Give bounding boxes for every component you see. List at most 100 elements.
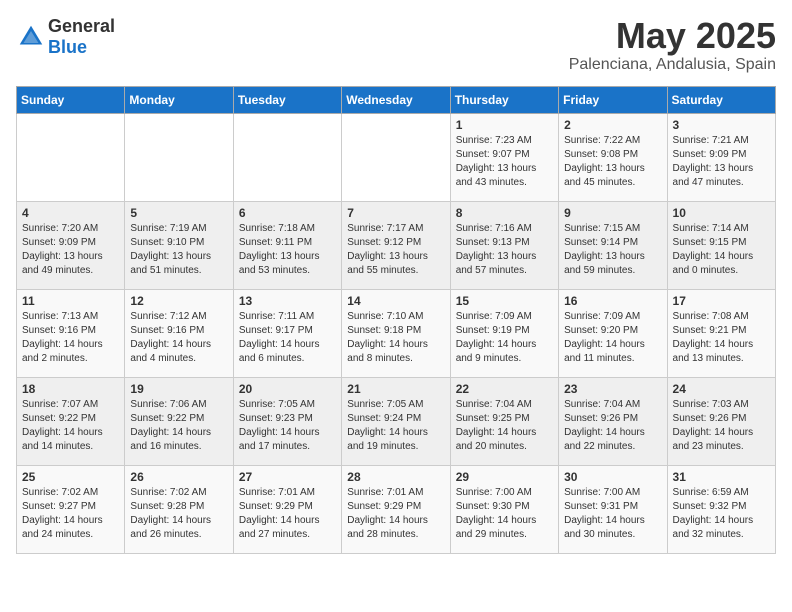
calendar-day-cell: 30 Sunrise: 7:00 AMSunset: 9:31 PMDayligh… — [559, 465, 667, 553]
calendar-header-row: SundayMondayTuesdayWednesdayThursdayFrid… — [17, 86, 776, 113]
calendar-day-cell: 24 Sunrise: 7:03 AMSunset: 9:26 PMDayligh… — [667, 377, 775, 465]
calendar-day-cell: 6Sunrise: 7:18 AMSunset: 9:11 PMDaylight… — [233, 201, 341, 289]
calendar-header-cell: Friday — [559, 86, 667, 113]
day-info: Sunrise: 7:21 AMSunset: 9:09 PMDaylight:… — [673, 134, 770, 190]
calendar-day-cell — [342, 113, 450, 201]
calendar-day-cell: 25 Sunrise: 7:02 AMSunset: 9:27 PMDayligh… — [17, 465, 125, 553]
logo-icon — [16, 22, 46, 52]
day-number: 29 — [456, 470, 553, 484]
day-info: Sunrise: 7:11 AMSunset: 9:17 PMDaylight:… — [239, 310, 336, 366]
calendar-day-cell — [125, 113, 233, 201]
calendar-day-cell: 1 Sunrise: 7:23 AMSunset: 9:07 PMDaylight… — [450, 113, 558, 201]
day-number: 7 — [347, 206, 444, 220]
calendar-day-cell: 22 Sunrise: 7:04 AMSunset: 9:25 PMDayligh… — [450, 377, 558, 465]
calendar-header-cell: Monday — [125, 86, 233, 113]
calendar-day-cell: 14Sunrise: 7:10 AMSunset: 9:18 PMDayligh… — [342, 289, 450, 377]
calendar-day-cell: 18Sunrise: 7:07 AMSunset: 9:22 PMDayligh… — [17, 377, 125, 465]
day-number: 26 — [130, 470, 227, 484]
day-info: Sunrise: 7:09 AMSunset: 9:19 PMDaylight:… — [456, 310, 553, 366]
day-number: 22 — [456, 382, 553, 396]
calendar-day-cell: 19 Sunrise: 7:06 AMSunset: 9:22 PMDayligh… — [125, 377, 233, 465]
day-number: 16 — [564, 294, 661, 308]
calendar-day-cell: 9 Sunrise: 7:15 AMSunset: 9:14 PMDaylight… — [559, 201, 667, 289]
day-info: Sunrise: 7:04 AMSunset: 9:25 PMDaylight:… — [456, 398, 553, 454]
calendar-day-cell: 28Sunrise: 7:01 AMSunset: 9:29 PMDayligh… — [342, 465, 450, 553]
day-info: Sunrise: 7:02 AMSunset: 9:28 PMDaylight:… — [130, 486, 227, 542]
day-info: Sunrise: 7:23 AMSunset: 9:07 PMDaylight:… — [456, 134, 553, 190]
day-info: Sunrise: 7:13 AMSunset: 9:16 PMDaylight:… — [22, 310, 119, 366]
day-info: Sunrise: 7:06 AMSunset: 9:22 PMDaylight:… — [130, 398, 227, 454]
calendar-day-cell: 31Sunrise: 6:59 AMSunset: 9:32 PMDayligh… — [667, 465, 775, 553]
day-number: 27 — [239, 470, 336, 484]
day-number: 20 — [239, 382, 336, 396]
calendar-header-cell: Thursday — [450, 86, 558, 113]
day-info: Sunrise: 7:19 AMSunset: 9:10 PMDaylight:… — [130, 222, 227, 278]
day-number: 5 — [130, 206, 227, 220]
day-info: Sunrise: 7:01 AMSunset: 9:29 PMDaylight:… — [239, 486, 336, 542]
day-info: Sunrise: 7:12 AMSunset: 9:16 PMDaylight:… — [130, 310, 227, 366]
day-number: 11 — [22, 294, 119, 308]
day-info: Sunrise: 7:18 AMSunset: 9:11 PMDaylight:… — [239, 222, 336, 278]
logo-general: General — [48, 16, 115, 36]
day-info: Sunrise: 7:01 AMSunset: 9:29 PMDaylight:… — [347, 486, 444, 542]
day-info: Sunrise: 7:16 AMSunset: 9:13 PMDaylight:… — [456, 222, 553, 278]
day-info: Sunrise: 7:17 AMSunset: 9:12 PMDaylight:… — [347, 222, 444, 278]
calendar-header-cell: Sunday — [17, 86, 125, 113]
day-number: 31 — [673, 470, 770, 484]
day-number: 24 — [673, 382, 770, 396]
day-info: Sunrise: 7:03 AMSunset: 9:26 PMDaylight:… — [673, 398, 770, 454]
day-info: Sunrise: 7:15 AMSunset: 9:14 PMDaylight:… — [564, 222, 661, 278]
calendar-week-row: 18Sunrise: 7:07 AMSunset: 9:22 PMDayligh… — [17, 377, 776, 465]
title-block: May 2025 Palenciana, Andalusia, Spain — [569, 16, 776, 74]
day-number: 3 — [673, 118, 770, 132]
day-info: Sunrise: 7:20 AMSunset: 9:09 PMDaylight:… — [22, 222, 119, 278]
day-number: 10 — [673, 206, 770, 220]
calendar-week-row: 25 Sunrise: 7:02 AMSunset: 9:27 PMDayligh… — [17, 465, 776, 553]
day-number: 23 — [564, 382, 661, 396]
day-number: 30 — [564, 470, 661, 484]
calendar-day-cell: 21 Sunrise: 7:05 AMSunset: 9:24 PMDayligh… — [342, 377, 450, 465]
calendar-day-cell: 26 Sunrise: 7:02 AMSunset: 9:28 PMDayligh… — [125, 465, 233, 553]
day-number: 12 — [130, 294, 227, 308]
day-number: 21 — [347, 382, 444, 396]
calendar-day-cell: 2Sunrise: 7:22 AMSunset: 9:08 PMDaylight… — [559, 113, 667, 201]
day-number: 15 — [456, 294, 553, 308]
page-header: General Blue May 2025 Palenciana, Andalu… — [16, 16, 776, 74]
calendar-week-row: 4 Sunrise: 7:20 AMSunset: 9:09 PMDaylight… — [17, 201, 776, 289]
calendar-day-cell: 10 Sunrise: 7:14 AMSunset: 9:15 PMDayligh… — [667, 201, 775, 289]
calendar-week-row: 11 Sunrise: 7:13 AMSunset: 9:16 PMDayligh… — [17, 289, 776, 377]
calendar-day-cell: 8Sunrise: 7:16 AMSunset: 9:13 PMDaylight… — [450, 201, 558, 289]
calendar-day-cell: 13Sunrise: 7:11 AMSunset: 9:17 PMDayligh… — [233, 289, 341, 377]
day-number: 25 — [22, 470, 119, 484]
calendar-body: 1 Sunrise: 7:23 AMSunset: 9:07 PMDaylight… — [17, 113, 776, 553]
calendar-day-cell — [17, 113, 125, 201]
day-number: 1 — [456, 118, 553, 132]
day-info: Sunrise: 7:05 AMSunset: 9:23 PMDaylight:… — [239, 398, 336, 454]
calendar-day-cell: 15 Sunrise: 7:09 AMSunset: 9:19 PMDayligh… — [450, 289, 558, 377]
day-number: 14 — [347, 294, 444, 308]
logo: General Blue — [16, 16, 115, 58]
calendar-day-cell: 3 Sunrise: 7:21 AMSunset: 9:09 PMDaylight… — [667, 113, 775, 201]
calendar-day-cell: 17Sunrise: 7:08 AMSunset: 9:21 PMDayligh… — [667, 289, 775, 377]
location-title: Palenciana, Andalusia, Spain — [569, 56, 776, 74]
day-info: Sunrise: 7:00 AMSunset: 9:31 PMDaylight:… — [564, 486, 661, 542]
day-number: 17 — [673, 294, 770, 308]
day-info: Sunrise: 7:02 AMSunset: 9:27 PMDaylight:… — [22, 486, 119, 542]
calendar-header-cell: Saturday — [667, 86, 775, 113]
day-number: 4 — [22, 206, 119, 220]
day-info: Sunrise: 7:00 AMSunset: 9:30 PMDaylight:… — [456, 486, 553, 542]
day-info: Sunrise: 7:14 AMSunset: 9:15 PMDaylight:… — [673, 222, 770, 278]
day-number: 9 — [564, 206, 661, 220]
calendar-header-cell: Tuesday — [233, 86, 341, 113]
calendar-day-cell: 11 Sunrise: 7:13 AMSunset: 9:16 PMDayligh… — [17, 289, 125, 377]
calendar-day-cell: 7 Sunrise: 7:17 AMSunset: 9:12 PMDaylight… — [342, 201, 450, 289]
day-info: Sunrise: 7:07 AMSunset: 9:22 PMDaylight:… — [22, 398, 119, 454]
calendar-day-cell: 23 Sunrise: 7:04 AMSunset: 9:26 PMDayligh… — [559, 377, 667, 465]
calendar-day-cell: 27 Sunrise: 7:01 AMSunset: 9:29 PMDayligh… — [233, 465, 341, 553]
day-info: Sunrise: 7:04 AMSunset: 9:26 PMDaylight:… — [564, 398, 661, 454]
day-info: Sunrise: 7:05 AMSunset: 9:24 PMDaylight:… — [347, 398, 444, 454]
day-number: 19 — [130, 382, 227, 396]
calendar-header-cell: Wednesday — [342, 86, 450, 113]
calendar-day-cell: 16Sunrise: 7:09 AMSunset: 9:20 PMDayligh… — [559, 289, 667, 377]
logo-blue: Blue — [48, 37, 87, 57]
